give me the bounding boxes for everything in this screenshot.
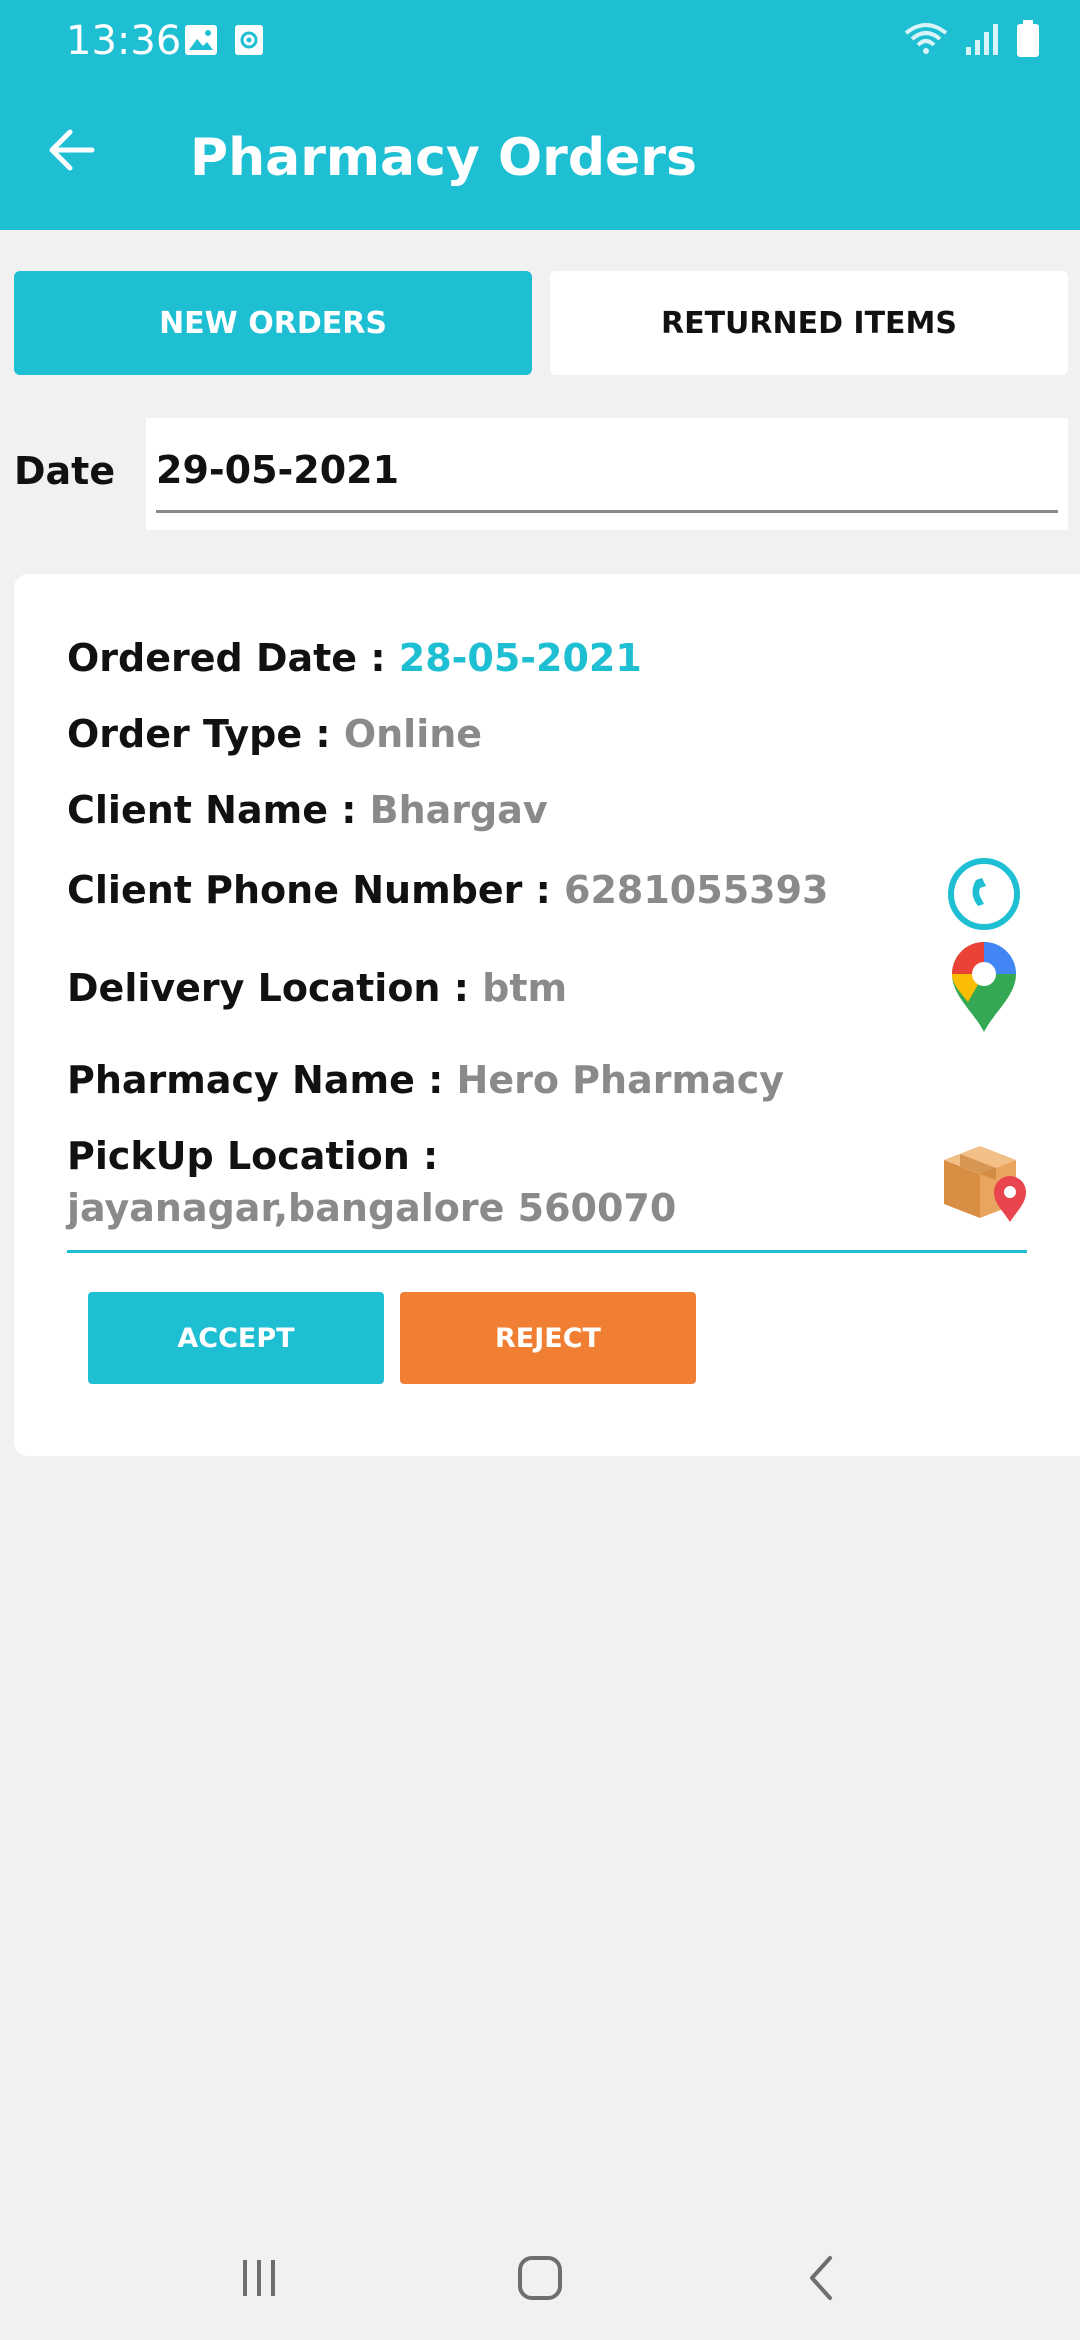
battery-icon xyxy=(1016,20,1040,63)
client-phone-label: Client Phone Number xyxy=(67,868,523,912)
signal-icon xyxy=(964,21,1000,62)
system-nav-bar xyxy=(0,2220,1080,2340)
pharmacy-name-sep: : xyxy=(414,1058,457,1102)
order-type-value: Online xyxy=(343,712,483,756)
accept-label: ACCEPT xyxy=(177,1322,295,1354)
client-name-label: Client Name xyxy=(67,788,328,832)
status-time: 13:36 xyxy=(66,18,182,64)
order-type-row: Order Type : Online xyxy=(67,712,482,756)
pharmacy-name-value: Hero Pharmacy xyxy=(456,1058,785,1102)
status-right xyxy=(904,20,1040,63)
app-bar: 13:36 Pharmacy Orders xyxy=(0,0,1080,230)
reject-label: REJECT xyxy=(495,1322,601,1354)
page-title: Pharmacy Orders xyxy=(190,128,697,188)
wifi-icon xyxy=(904,21,948,62)
pharmacy-name-row: Pharmacy Name : Hero Pharmacy xyxy=(67,1058,784,1102)
pharmacy-name-label: Pharmacy Name xyxy=(67,1058,415,1102)
call-button[interactable] xyxy=(946,856,1022,937)
recent-apps-icon xyxy=(237,2256,281,2305)
reject-button[interactable]: REJECT xyxy=(400,1292,696,1384)
delivery-location-row: Delivery Location : btm xyxy=(67,966,567,1010)
map-pin-icon xyxy=(948,942,1020,1038)
order-type-sep: : xyxy=(302,712,344,756)
date-field[interactable]: 29-05-2021 xyxy=(146,418,1068,530)
tab-returned-items[interactable]: RETURNED ITEMS xyxy=(550,271,1068,375)
accept-button[interactable]: ACCEPT xyxy=(88,1292,384,1384)
back-button[interactable] xyxy=(40,120,104,184)
client-phone-row: Client Phone Number : 6281055393 xyxy=(67,868,828,912)
date-value: 29-05-2021 xyxy=(156,448,400,492)
client-phone-sep: : xyxy=(522,868,565,912)
client-name-value: Bhargav xyxy=(369,788,548,832)
package-location-icon xyxy=(936,1146,1032,1230)
ordered-date-row: Ordered Date : 28-05-2021 xyxy=(67,636,642,680)
delivery-location-value: btm xyxy=(482,966,568,1010)
pickup-button[interactable] xyxy=(936,1130,1032,1231)
date-label: Date xyxy=(14,449,116,493)
pickup-location-label: PickUp Location xyxy=(67,1134,410,1178)
card-divider xyxy=(67,1250,1027,1253)
back-nav-icon xyxy=(802,2254,842,2307)
tab-returned-items-label: RETURNED ITEMS xyxy=(660,305,958,341)
tab-new-orders[interactable]: NEW ORDERS xyxy=(14,271,532,375)
gallery-icon xyxy=(184,24,218,61)
date-underline xyxy=(156,510,1058,513)
ordered-date-sep: : xyxy=(357,636,399,680)
pickup-location-row: PickUp Location : jayanagar,bangalore 56… xyxy=(67,1130,867,1234)
phone-call-icon xyxy=(946,858,1022,936)
map-button[interactable] xyxy=(948,940,1020,1039)
ordered-date-label: Ordered Date xyxy=(67,636,358,680)
recent-apps-button[interactable] xyxy=(219,2240,299,2320)
arrow-left-icon xyxy=(48,128,96,177)
screen-record-icon xyxy=(234,24,264,61)
client-name-row: Client Name : Bhargav xyxy=(67,788,548,832)
back-nav-button[interactable] xyxy=(782,2240,862,2320)
tab-new-orders-label: NEW ORDERS xyxy=(159,305,387,341)
client-phone-value: 6281055393 xyxy=(564,868,829,912)
home-icon xyxy=(516,2254,564,2307)
ordered-date-value: 28-05-2021 xyxy=(398,636,642,680)
delivery-location-sep: : xyxy=(440,966,483,1010)
home-button[interactable] xyxy=(500,2240,580,2320)
pickup-location-value: jayanagar,bangalore 560070 xyxy=(67,1186,677,1230)
delivery-location-label: Delivery Location xyxy=(67,966,441,1010)
order-type-label: Order Type xyxy=(67,712,303,756)
client-name-sep: : xyxy=(327,788,370,832)
order-card: Ordered Date : 28-05-2021 Order Type : O… xyxy=(14,574,1080,1456)
pickup-location-sep: : xyxy=(409,1134,439,1178)
